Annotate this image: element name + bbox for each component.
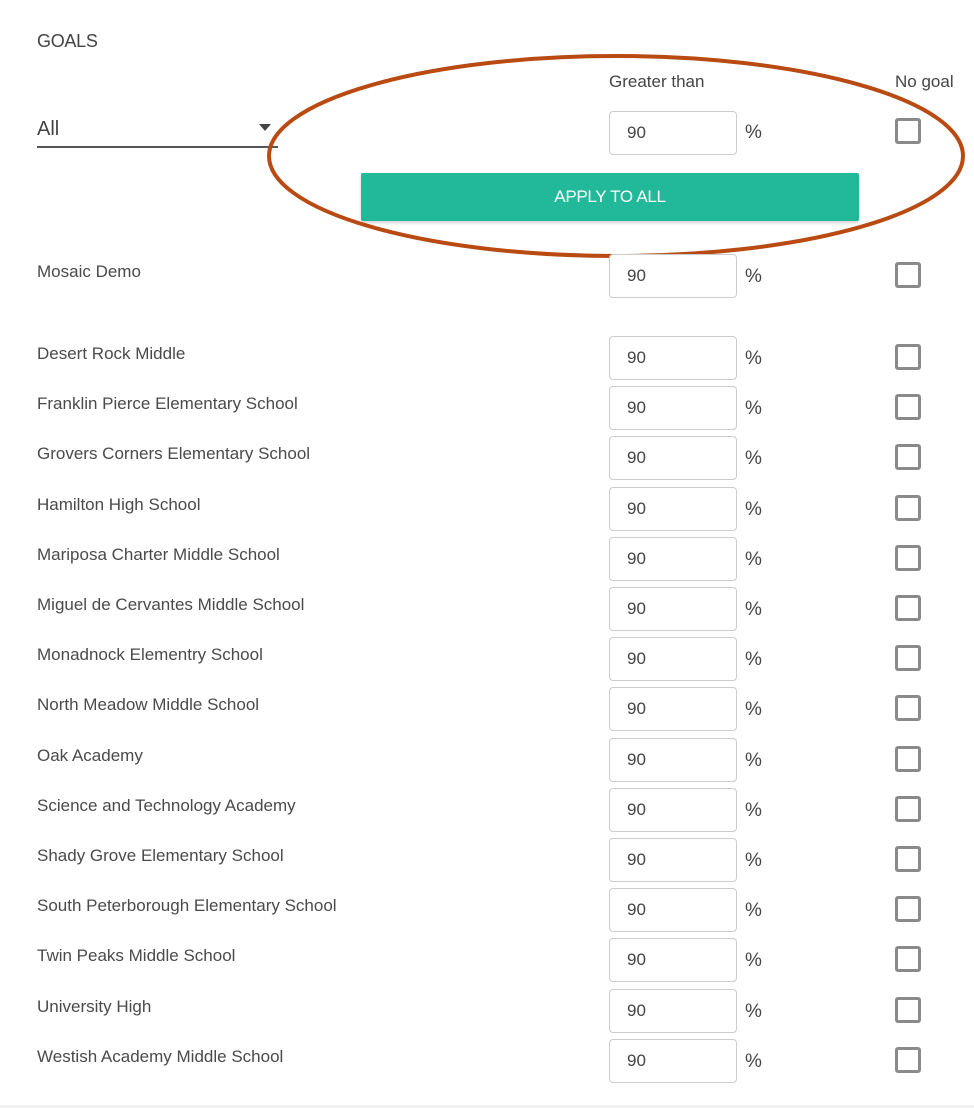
- goal-value-input[interactable]: [609, 938, 737, 982]
- goal-value-input[interactable]: [609, 386, 737, 430]
- greater-than-header: Greater than: [609, 72, 705, 91]
- school-name: North Meadow Middle School: [37, 695, 260, 714]
- no-goal-checkbox[interactable]: [895, 595, 921, 621]
- percent-label: %: [745, 800, 762, 821]
- school-name: Oak Academy: [37, 746, 143, 765]
- school-name: Mosaic Demo: [37, 262, 141, 281]
- no-goal-checkbox[interactable]: [895, 746, 921, 772]
- school-name: Hamilton High School: [37, 495, 201, 514]
- no-goal-checkbox[interactable]: [895, 645, 921, 671]
- goal-value-input[interactable]: [609, 1039, 737, 1083]
- no-goal-header: No goal: [895, 72, 954, 91]
- school-name: Twin Peaks Middle School: [37, 946, 236, 965]
- school-name: Desert Rock Middle: [37, 344, 186, 363]
- goal-value-input[interactable]: [609, 487, 737, 531]
- school-filter-select[interactable]: All: [37, 112, 278, 148]
- percent-label: %: [745, 900, 762, 921]
- school-name: South Peterborough Elementary School: [37, 896, 337, 915]
- goal-value-input[interactable]: [609, 587, 737, 631]
- no-goal-checkbox[interactable]: [895, 946, 921, 972]
- goal-value-input[interactable]: [609, 687, 737, 731]
- no-goal-checkbox[interactable]: [895, 545, 921, 571]
- percent-label: %: [745, 1051, 762, 1072]
- percent-label: %: [745, 1001, 762, 1022]
- school-name: Westish Academy Middle School: [37, 1047, 284, 1066]
- percent-label: %: [745, 750, 762, 771]
- no-goal-checkbox[interactable]: [895, 1047, 921, 1073]
- apply-all-value-input[interactable]: [609, 111, 737, 155]
- school-name: Shady Grove Elementary School: [37, 846, 284, 865]
- no-goal-checkbox[interactable]: [895, 444, 921, 470]
- caret-down-icon: [259, 124, 271, 131]
- goal-value-input[interactable]: [609, 738, 737, 782]
- goals-title: GOALS: [37, 31, 98, 51]
- no-goal-checkbox[interactable]: [895, 896, 921, 922]
- no-goal-checkbox[interactable]: [895, 495, 921, 521]
- no-goal-checkbox[interactable]: [895, 846, 921, 872]
- percent-label: %: [745, 549, 762, 570]
- no-goal-checkbox[interactable]: [895, 262, 921, 288]
- apply-all-no-goal-checkbox[interactable]: [895, 118, 921, 144]
- no-goal-checkbox[interactable]: [895, 997, 921, 1023]
- school-name: Monadnock Elementry School: [37, 645, 263, 664]
- school-name: Franklin Pierce Elementary School: [37, 394, 298, 413]
- percent-label: %: [745, 699, 762, 720]
- school-name: Mariposa Charter Middle School: [37, 545, 280, 564]
- no-goal-checkbox[interactable]: [895, 344, 921, 370]
- goal-value-input[interactable]: [609, 254, 737, 298]
- percent-label: %: [745, 348, 762, 369]
- school-filter-value: All: [37, 118, 60, 140]
- percent-label: %: [745, 499, 762, 520]
- school-name: Miguel de Cervantes Middle School: [37, 595, 305, 614]
- goal-value-input[interactable]: [609, 336, 737, 380]
- goal-value-input[interactable]: [609, 637, 737, 681]
- goal-value-input[interactable]: [609, 838, 737, 882]
- school-name: University High: [37, 997, 152, 1016]
- apply-to-all-button[interactable]: APPLY TO ALL: [361, 173, 859, 221]
- goal-value-input[interactable]: [609, 436, 737, 480]
- percent-label: %: [745, 850, 762, 871]
- goal-value-input[interactable]: [609, 788, 737, 832]
- goal-value-input[interactable]: [609, 888, 737, 932]
- goal-value-input[interactable]: [609, 537, 737, 581]
- no-goal-checkbox[interactable]: [895, 394, 921, 420]
- percent-label: %: [745, 950, 762, 971]
- school-name: Science and Technology Academy: [37, 796, 296, 815]
- no-goal-checkbox[interactable]: [895, 796, 921, 822]
- percent-label: %: [745, 599, 762, 620]
- goal-value-input[interactable]: [609, 989, 737, 1033]
- percent-label: %: [745, 398, 762, 419]
- no-goal-checkbox[interactable]: [895, 695, 921, 721]
- percent-label: %: [745, 266, 762, 287]
- percent-label: %: [745, 649, 762, 670]
- percent-label: %: [745, 448, 762, 469]
- school-name: Grovers Corners Elementary School: [37, 444, 311, 463]
- apply-all-percent-label: %: [745, 122, 762, 143]
